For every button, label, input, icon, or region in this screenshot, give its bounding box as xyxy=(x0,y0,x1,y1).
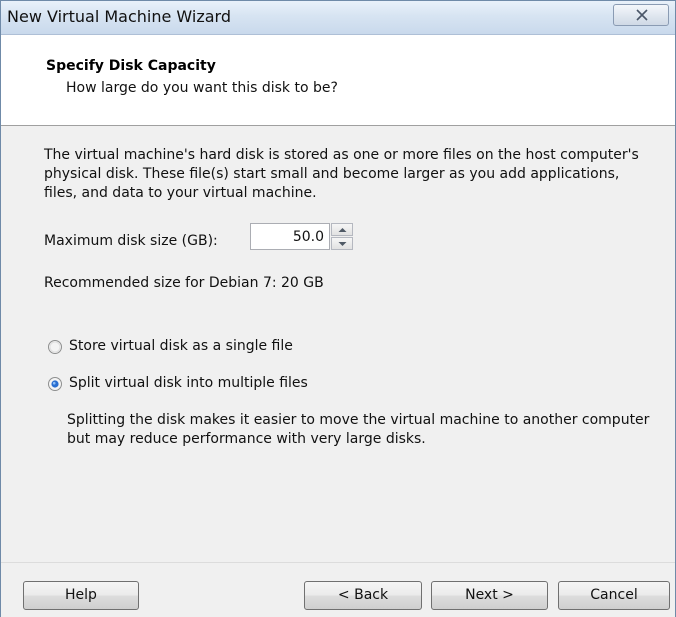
page-subtitle: How large do you want this disk to be? xyxy=(66,80,338,96)
chevron-down-icon xyxy=(338,242,347,246)
close-icon xyxy=(636,9,648,21)
single-file-label[interactable]: Store virtual disk as a single file xyxy=(69,338,293,354)
max-disk-size-input[interactable] xyxy=(250,223,330,250)
window-title: New Virtual Machine Wizard xyxy=(7,7,231,26)
radio-selected-icon[interactable] xyxy=(47,376,63,392)
spin-up-button[interactable] xyxy=(331,223,353,236)
spin-down-button[interactable] xyxy=(331,237,353,250)
split-files-label[interactable]: Split virtual disk into multiple files xyxy=(69,375,308,391)
wizard-window: New Virtual Machine Wizard Specify Disk … xyxy=(0,0,676,617)
wizard-content: The virtual machine's hard disk is store… xyxy=(1,126,675,561)
help-button[interactable]: Help xyxy=(23,581,139,610)
chevron-up-icon xyxy=(338,228,347,232)
next-button[interactable]: Next > xyxy=(431,581,548,610)
cancel-button[interactable]: Cancel xyxy=(558,581,670,610)
disk-size-spinner xyxy=(331,223,353,250)
recommended-size-text: Recommended size for Debian 7: 20 GB xyxy=(44,275,324,291)
back-button[interactable]: < Back xyxy=(304,581,422,610)
split-files-note: Splitting the disk makes it easier to mo… xyxy=(67,412,650,447)
page-title: Specify Disk Capacity xyxy=(46,58,216,74)
max-disk-size-stepper xyxy=(250,223,356,250)
wizard-footer: Help < Back Next > Cancel xyxy=(1,562,675,617)
max-disk-size-label: Maximum disk size (GB): xyxy=(44,233,218,249)
radio-unselected-icon[interactable] xyxy=(47,339,63,355)
wizard-header: Specify Disk Capacity How large do you w… xyxy=(1,35,675,126)
close-button[interactable] xyxy=(613,4,669,26)
disk-description: The virtual machine's hard disk is store… xyxy=(44,147,639,201)
title-bar[interactable]: New Virtual Machine Wizard xyxy=(1,1,675,35)
